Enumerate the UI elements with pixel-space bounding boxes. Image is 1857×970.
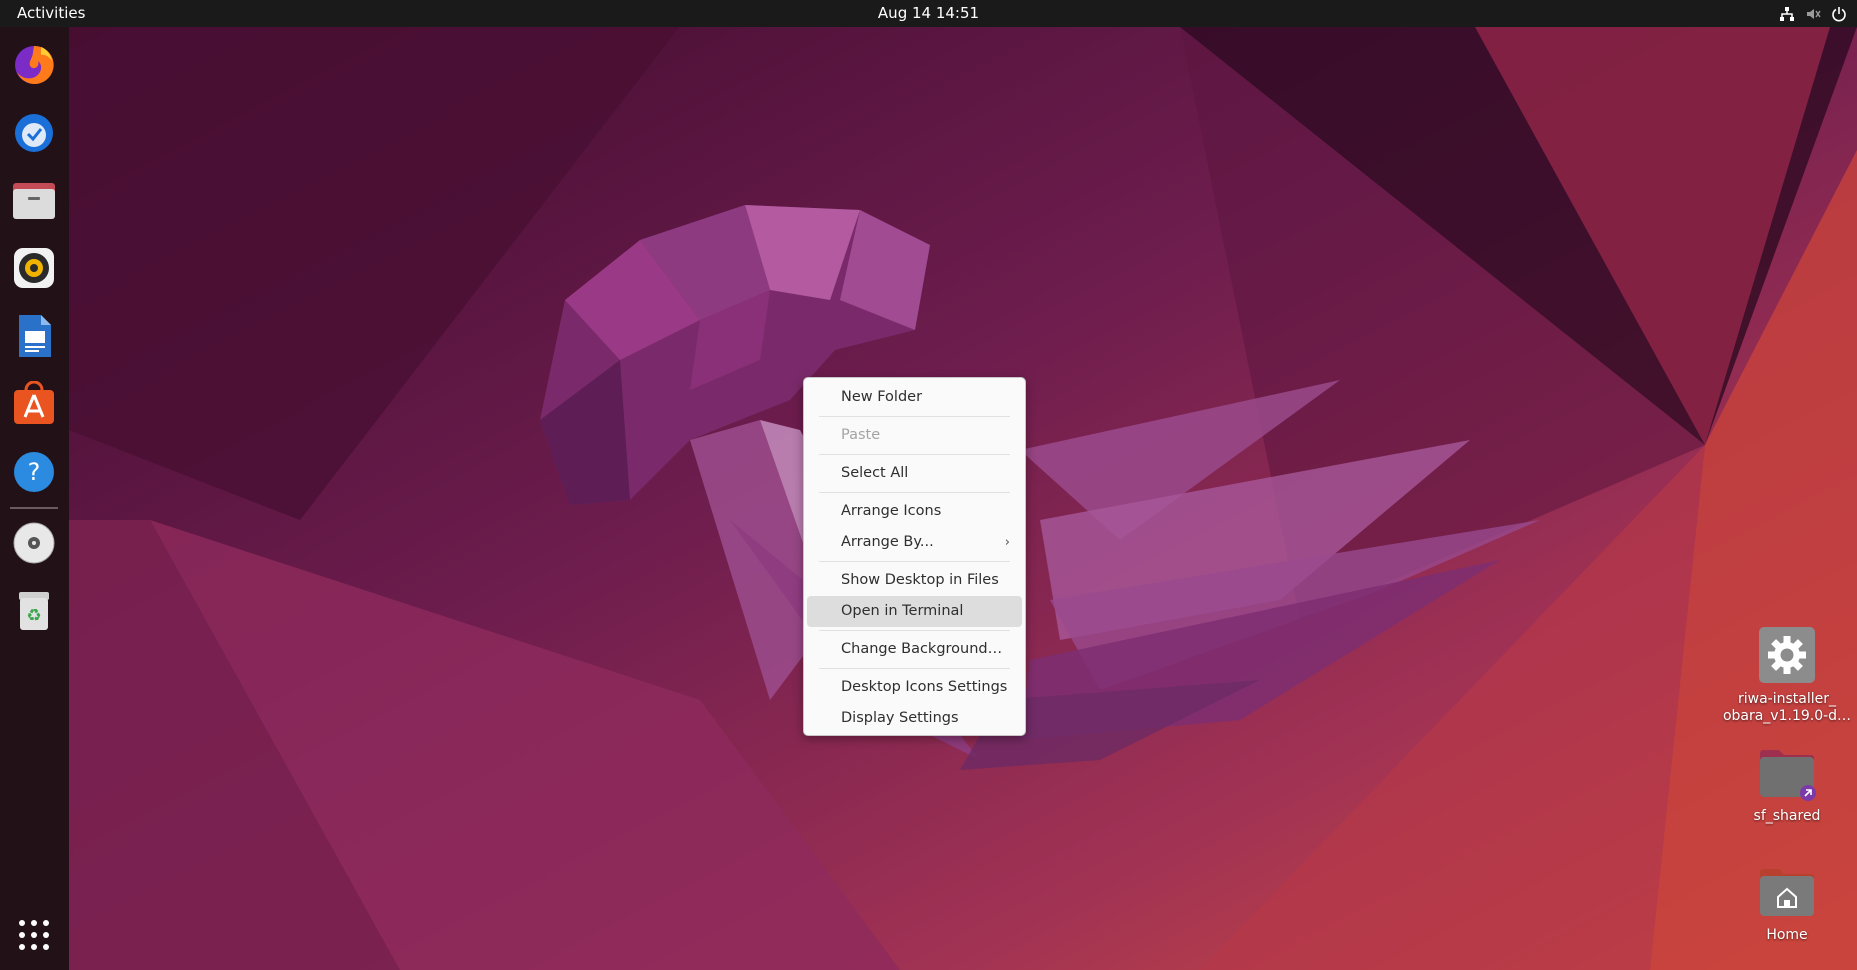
menu-separator [819,668,1010,669]
desktop-file-riwa-installer[interactable]: riwa-installer_ obara_v1.19.0-d… [1717,626,1857,725]
desktop-folder-label: sf_shared [1753,808,1821,824]
app-grid-icon[interactable] [8,909,60,961]
dock: ? ♻ [0,27,69,970]
trash-icon[interactable]: ♻ [8,585,60,637]
svg-text:?: ? [28,458,41,486]
menu-separator [819,630,1010,631]
desktop-folder-home[interactable]: Home [1717,866,1857,944]
menu-item-open-in-terminal[interactable]: Open in Terminal [807,596,1022,627]
system-tray[interactable] [1779,4,1847,24]
volume-muted-icon[interactable] [1805,6,1821,22]
menu-separator [819,454,1010,455]
desktop-file-label-line1: riwa-installer_ [1738,691,1836,707]
folder-link-icon [1717,747,1857,801]
menu-item-arrange-by[interactable]: Arrange By... › [807,527,1022,558]
help-icon[interactable]: ? [8,446,60,498]
activities-button[interactable]: Activities [17,4,85,22]
menu-item-change-background[interactable]: Change Background… [807,634,1022,665]
menu-separator [819,416,1010,417]
menu-item-arrange-by-label: Arrange By... [841,534,934,550]
software-icon[interactable] [8,378,60,430]
desktop-context-menu: New Folder Paste Select All Arrange Icon… [803,377,1026,736]
chevron-right-icon: › [1004,535,1010,550]
menu-separator [819,561,1010,562]
menu-item-desktop-icons-settings[interactable]: Desktop Icons Settings [807,672,1022,703]
dock-separator [10,507,58,509]
disc-icon[interactable] [8,517,60,569]
rhythmbox-icon[interactable] [8,242,60,294]
firefox-icon[interactable] [8,38,60,90]
network-icon[interactable] [1779,6,1795,22]
menu-item-arrange-icons[interactable]: Arrange Icons [807,496,1022,527]
desktop-folder-sf-shared[interactable]: sf_shared [1717,747,1857,825]
menu-item-display-settings[interactable]: Display Settings [807,703,1022,734]
menu-item-paste: Paste [841,427,881,443]
desktop-folder-label: Home [1766,927,1808,943]
clock-button[interactable]: Aug 14 14:51 [878,4,979,22]
top-bar: Activities Aug 14 14:51 [0,0,1857,27]
menu-item-new-folder[interactable]: New Folder [807,382,1022,413]
menu-item-show-desktop-in-files[interactable]: Show Desktop in Files [807,565,1022,596]
thunderbird-icon[interactable] [8,106,60,158]
power-icon[interactable] [1831,6,1847,22]
menu-item-select-all[interactable]: Select All [807,458,1022,489]
desktop-file-label-line2: obara_v1.19.0-d… [1722,708,1852,724]
menu-separator [819,492,1010,493]
gear-icon [1717,626,1857,684]
home-folder-icon [1717,866,1857,920]
writer-icon[interactable] [8,310,60,362]
files-icon[interactable] [8,174,60,226]
svg-text:♻: ♻ [26,606,41,626]
